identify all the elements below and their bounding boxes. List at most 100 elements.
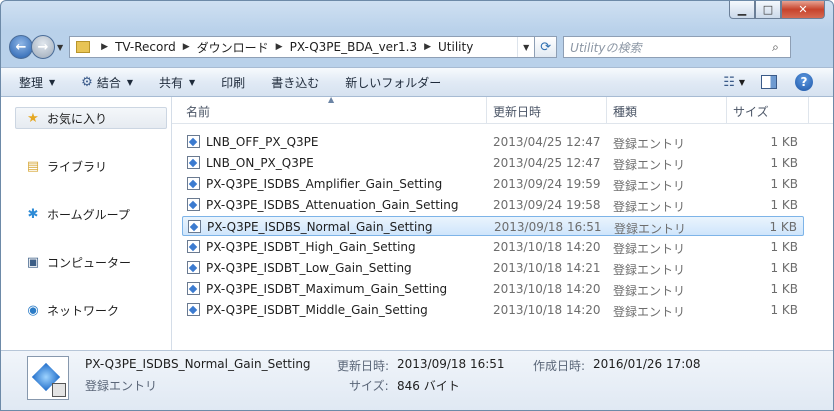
address-dropdown-icon[interactable]: ▼ — [517, 37, 534, 57]
file-type: 登録エントリ — [614, 222, 687, 236]
file-row[interactable]: PX-Q3PE_ISDBT_Middle_Gain_Setting 2013/10… — [182, 300, 804, 320]
chevron-right-icon[interactable]: ▶ — [424, 42, 431, 52]
column-size[interactable]: サイズ — [733, 103, 769, 120]
file-date: 2013/10/18 14:20 — [493, 282, 601, 296]
column-divider[interactable] — [726, 97, 727, 123]
chevron-right-icon[interactable]: ▶ — [276, 42, 283, 52]
forward-button[interactable]: → — [31, 35, 55, 59]
close-button[interactable]: ✕ — [781, 1, 825, 19]
sidebar-item-label: コンピューター — [47, 256, 132, 270]
sidebar-item-label: ライブラリ — [47, 160, 108, 174]
sort-ascending-icon: ▲ — [328, 95, 335, 104]
network-icon: ◉ — [27, 303, 39, 318]
sidebar-item-network[interactable]: ◉ ネットワーク — [25, 302, 119, 319]
star-icon: ★ — [27, 111, 39, 126]
search-icon[interactable]: ⌕ — [772, 40, 790, 55]
breadcrumb-utility[interactable]: Utility — [438, 40, 473, 54]
file-date: 2013/09/24 19:58 — [493, 198, 601, 212]
recent-pages-dropdown[interactable]: ▼ — [57, 43, 63, 52]
file-size: 1 KB — [770, 261, 798, 275]
breadcrumb: ▶ TV-Record ▶ ダウンロード ▶ PX-Q3PE_BDA_ver1.… — [94, 39, 517, 56]
registry-file-icon — [187, 261, 200, 274]
registry-file-icon — [187, 240, 200, 253]
search-box[interactable]: Utilityの検索 ⌕ — [563, 36, 792, 58]
explorer-window: ▁ □ ✕ ← → ▼ ▶ TV-Record ▶ ダウンロード ▶ PX-Q3… — [0, 0, 834, 411]
detail-size-value: 846 バイト — [397, 379, 460, 393]
breadcrumb-tv-record[interactable]: TV-Record — [115, 40, 176, 54]
computer-icon: ▣ — [26, 255, 40, 270]
view-controls: ☷ ▼ ? — [723, 73, 813, 91]
minimize-button[interactable]: ▁ — [729, 1, 755, 19]
file-date: 2013/09/18 16:51 — [494, 220, 602, 234]
combine-button[interactable]: ⚙ 結合 ▼ — [81, 74, 133, 91]
file-name: PX-Q3PE_ISDBS_Normal_Gain_Setting — [207, 220, 433, 234]
detail-file-type: 登録エントリ — [85, 379, 158, 393]
sidebar-item-favorites[interactable]: ★ お気に入り — [25, 110, 107, 127]
combine-label: 結合 — [96, 75, 121, 90]
search-input[interactable]: Utilityの検索 — [564, 39, 772, 56]
maximize-button[interactable]: □ — [755, 1, 781, 19]
file-row[interactable]: PX-Q3PE_ISDBS_Normal_Gain_Setting 2013/09… — [182, 216, 804, 236]
view-options-icon[interactable]: ☷ — [723, 75, 735, 90]
detail-modified-value: 2013/09/18 16:51 — [397, 357, 505, 371]
file-row[interactable]: PX-Q3PE_ISDBS_Attenuation_Gain_Setting 20… — [182, 195, 804, 215]
file-name: PX-Q3PE_ISDBT_Middle_Gain_Setting — [206, 303, 428, 317]
file-type: 登録エントリ — [613, 158, 686, 172]
details-pane: PX-Q3PE_ISDBS_Normal_Gain_Setting 登録エントリ… — [1, 350, 833, 410]
organize-button[interactable]: 整理 ▼ — [19, 74, 55, 91]
column-type[interactable]: 種類 — [613, 103, 637, 120]
file-name: PX-Q3PE_ISDBS_Attenuation_Gain_Setting — [206, 198, 459, 212]
column-divider[interactable] — [486, 97, 487, 123]
file-size: 1 KB — [769, 220, 797, 234]
file-row[interactable]: LNB_ON_PX_Q3PE 2013/04/25 12:47 登録エントリ 1 KB — [182, 153, 804, 173]
sidebar-item-computer[interactable]: ▣ コンピューター — [25, 254, 131, 271]
column-date[interactable]: 更新日時 — [493, 103, 541, 120]
file-type: 登録エントリ — [613, 179, 686, 193]
registry-file-icon — [27, 356, 69, 400]
chevron-right-icon[interactable]: ▶ — [183, 42, 190, 52]
file-name: LNB_OFF_PX_Q3PE — [206, 135, 319, 149]
chevron-right-icon[interactable]: ▶ — [101, 42, 108, 52]
chevron-down-icon[interactable]: ▼ — [739, 78, 745, 87]
folder-icon — [76, 41, 91, 53]
file-row[interactable]: PX-Q3PE_ISDBT_Maximum_Gain_Setting 2013/1… — [182, 279, 804, 299]
preview-pane-icon[interactable] — [761, 75, 777, 89]
breadcrumb-px-q3pe[interactable]: PX-Q3PE_BDA_ver1.3 — [290, 40, 418, 54]
file-date: 2013/04/25 12:47 — [493, 156, 601, 170]
file-type: 登録エントリ — [613, 137, 686, 151]
file-name: LNB_ON_PX_Q3PE — [206, 156, 314, 170]
file-type: 登録エントリ — [613, 242, 686, 256]
address-bar[interactable]: ▶ TV-Record ▶ ダウンロード ▶ PX-Q3PE_BDA_ver1.… — [69, 36, 536, 58]
column-divider[interactable] — [606, 97, 607, 123]
chevron-down-icon: ▼ — [126, 77, 133, 87]
refresh-button[interactable]: ⟳ — [535, 36, 558, 58]
file-date: 2013/10/18 14:21 — [493, 261, 601, 275]
new-folder-button[interactable]: 新しいフォルダー — [345, 74, 441, 91]
print-button[interactable]: 印刷 — [221, 74, 245, 91]
share-label: 共有 — [159, 75, 184, 90]
help-icon[interactable]: ? — [795, 73, 813, 91]
registry-file-icon — [187, 303, 200, 316]
detail-created-value: 2016/01/26 17:08 — [593, 357, 701, 371]
file-name: PX-Q3PE_ISDBT_High_Gain_Setting — [206, 240, 416, 254]
file-name: PX-Q3PE_ISDBT_Maximum_Gain_Setting — [206, 282, 448, 296]
write-button[interactable]: 書き込む — [271, 74, 319, 91]
file-row[interactable]: LNB_OFF_PX_Q3PE 2013/04/25 12:47 登録エントリ 1 K… — [182, 132, 804, 152]
file-size: 1 KB — [770, 156, 798, 170]
registry-file-icon — [187, 198, 200, 211]
file-row[interactable]: PX-Q3PE_ISDBS_Amplifier_Gain_Setting 2013… — [182, 174, 804, 194]
sidebar-item-label: お気に入り — [47, 112, 108, 126]
file-date: 2013/04/25 12:47 — [493, 135, 601, 149]
file-row[interactable]: PX-Q3PE_ISDBT_Low_Gain_Setting 2013/10/18… — [182, 258, 804, 278]
column-name[interactable]: 名前 — [186, 103, 210, 120]
column-divider[interactable] — [808, 97, 809, 123]
file-row[interactable]: PX-Q3PE_ISDBT_High_Gain_Setting 2013/10/1… — [182, 237, 804, 257]
navigation-pane: ★ お気に入り ▤ ライブラリ ✱ ホームグループ ▣ コンピューター ◉ ネッ… — [1, 97, 172, 350]
back-button[interactable]: ← — [9, 35, 33, 59]
sidebar-item-homegroup[interactable]: ✱ ホームグループ — [25, 206, 130, 223]
sidebar-item-library[interactable]: ▤ ライブラリ — [25, 158, 107, 175]
breadcrumb-download[interactable]: ダウンロード — [197, 39, 269, 56]
registry-file-icon — [187, 156, 200, 169]
share-button[interactable]: 共有 ▼ — [159, 74, 195, 91]
file-type: 登録エントリ — [613, 263, 686, 277]
